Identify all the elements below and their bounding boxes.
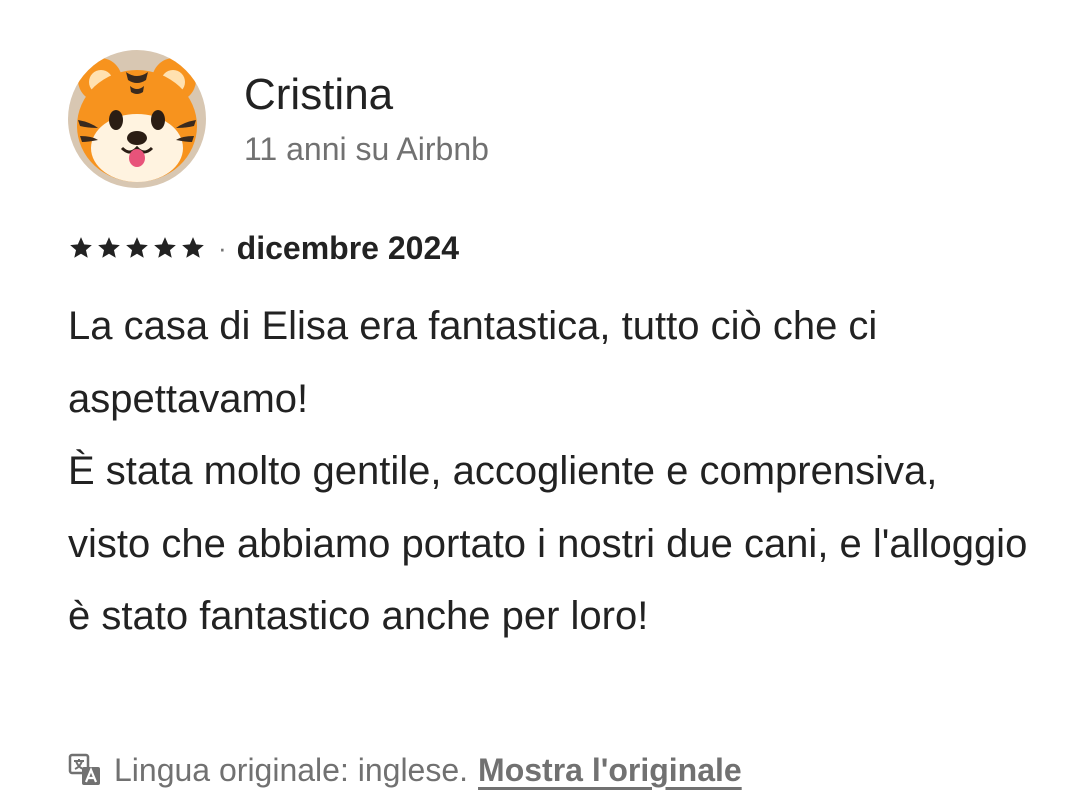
star-icon — [154, 237, 176, 258]
translate-icon — [68, 753, 100, 785]
review-date: dicembre 2024 — [236, 230, 460, 266]
review-paragraph: La casa di Elisa era fantastica, tutto c… — [68, 304, 878, 421]
star-icon — [126, 237, 148, 258]
reviewer-tenure: 11 anni su Airbnb — [244, 131, 489, 167]
star-icon — [182, 237, 204, 258]
star-icon — [98, 237, 120, 258]
reviewer-name[interactable]: Cristina — [244, 69, 489, 121]
show-original-link[interactable]: Mostra l'originale — [478, 748, 742, 792]
translation-notice: Lingua originale: inglese. Mostra l'orig… — [68, 748, 742, 792]
separator-dot: · — [218, 233, 227, 263]
reviewer-info: Cristina 11 anni su Airbnb — [244, 69, 489, 169]
avatar[interactable] — [68, 50, 206, 188]
original-language-text: Lingua originale: inglese. — [114, 752, 469, 788]
review-paragraph: È stata molto gentile, accogliente e com… — [68, 449, 1028, 638]
star-rating — [68, 235, 206, 261]
rating-row: · dicembre 2024 — [68, 226, 459, 270]
star-icon — [70, 237, 92, 258]
reviewer-header: Cristina 11 anni su Airbnb — [68, 50, 489, 188]
review-text: La casa di Elisa era fantastica, tutto c… — [68, 290, 1028, 653]
tiger-face-icon — [77, 58, 197, 182]
